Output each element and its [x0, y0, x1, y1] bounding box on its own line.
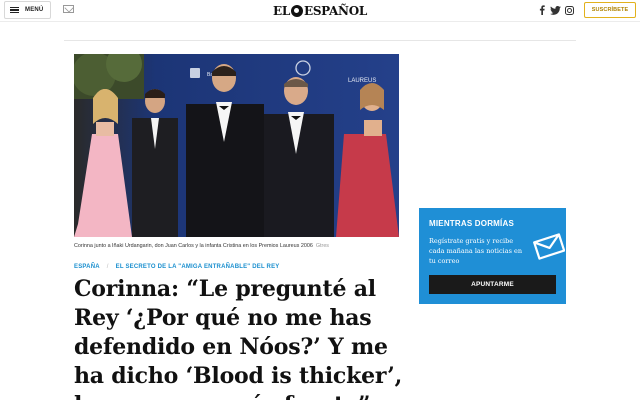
envelope-icon: [533, 233, 565, 260]
logo-text-left: EL: [272, 3, 290, 18]
tag-separator: /: [106, 264, 109, 270]
photo-caption: Corinna junto a Iñaki Urdangarin, don Ju…: [74, 243, 404, 249]
content-divider: [64, 40, 576, 41]
menu-label: MENÚ: [25, 7, 44, 13]
newsletter-signup-button[interactable]: APUNTARME: [429, 275, 556, 294]
newsletter-box: MIENTRAS DORMÍAS Regístrate gratis y rec…: [419, 208, 566, 304]
section-link[interactable]: ESPAÑA: [74, 264, 100, 270]
caption-text: Corinna junto a Iñaki Urdangarin, don Ju…: [74, 243, 313, 249]
site-header: MENÚ EL ESPAÑOL SUSCRÍBETE: [0, 0, 640, 22]
article-headline: Corinna: “Le pregunté al Rey ‘¿Por qué n…: [74, 276, 403, 400]
twitter-icon[interactable]: [549, 4, 561, 16]
subscribe-button[interactable]: SUSCRÍBETE: [584, 2, 636, 18]
photo-credit: Gtres: [315, 243, 330, 249]
hamburger-icon: [10, 6, 19, 14]
topic-link[interactable]: EL SECRETO DE LA "AMIGA ENTRAÑABLE" DEL …: [116, 264, 280, 270]
facebook-icon[interactable]: [536, 4, 548, 16]
instagram-icon[interactable]: [563, 4, 575, 16]
site-logo[interactable]: EL ESPAÑOL: [272, 2, 368, 19]
logo-text-right: ESPAÑOL: [303, 3, 368, 18]
newsletter-title: MIENTRAS DORMÍAS: [429, 219, 514, 228]
newsletter-text: Regístrate gratis y recibe cada mañana l…: [429, 237, 523, 265]
menu-button[interactable]: MENÚ: [4, 1, 51, 19]
section-tags: ESPAÑA / EL SECRETO DE LA "AMIGA ENTRAÑA…: [74, 264, 280, 270]
mail-icon[interactable]: [63, 5, 74, 13]
article-photo[interactable]: Barcelona LAUREUS: [74, 54, 399, 237]
lion-logo-icon: [290, 4, 303, 17]
